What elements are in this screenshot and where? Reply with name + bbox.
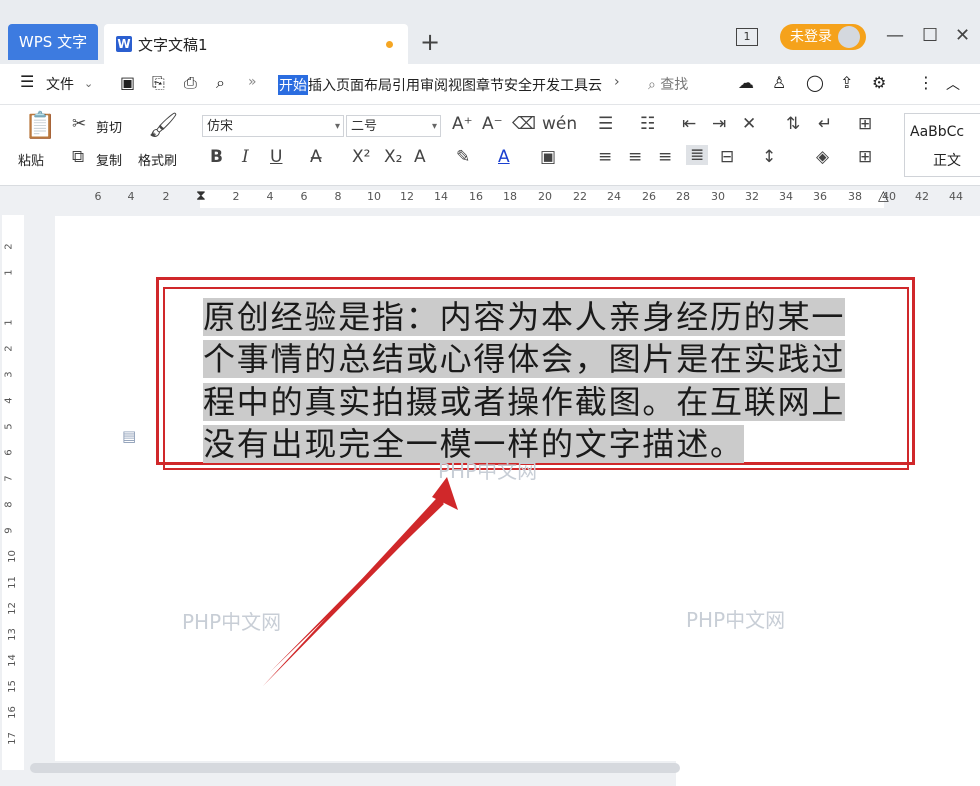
watermark: PHP中文网 bbox=[686, 608, 786, 632]
watermark: PHP中文网 bbox=[182, 610, 282, 634]
blank-area bbox=[676, 680, 980, 786]
watermark: PHP中文网 bbox=[438, 459, 538, 483]
annotation-arrow bbox=[263, 477, 458, 686]
horizontal-scrollbar[interactable] bbox=[30, 763, 680, 773]
